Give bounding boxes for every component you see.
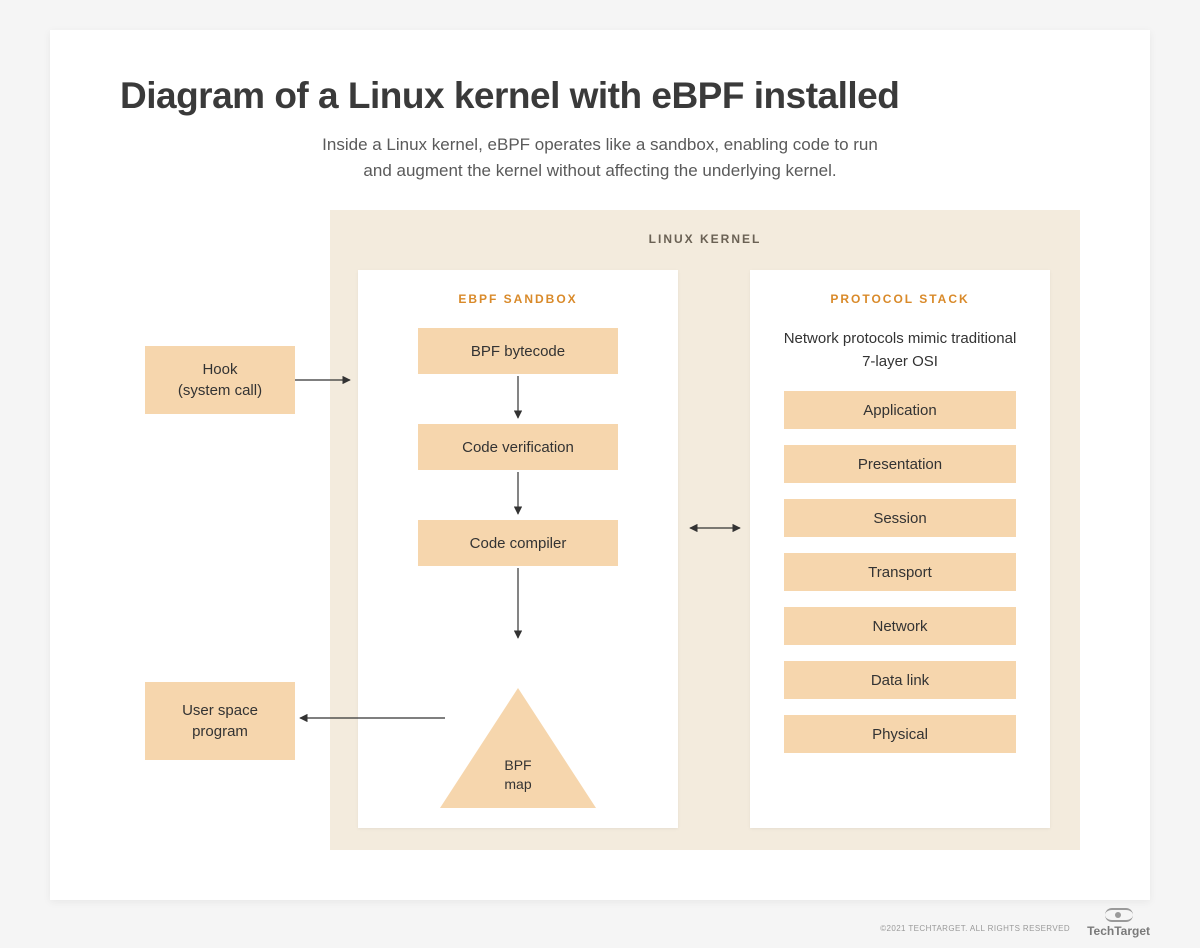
user-space-program-box: User spaceprogram <box>145 682 295 760</box>
osi-layer-box: Application <box>784 391 1016 429</box>
sandbox-step-box: Code compiler <box>418 520 618 566</box>
bpf-map-triangle: BPFmap <box>358 688 678 808</box>
ebpf-sandbox-panel: EBPF SANDBOX BPF bytecode Code verificat… <box>358 270 678 828</box>
hook-box: Hook(system call) <box>145 346 295 414</box>
subtitle-line: Inside a Linux kernel, eBPF operates lik… <box>322 135 878 154</box>
osi-layer-box: Network <box>784 607 1016 645</box>
diagram-subtitle: Inside a Linux kernel, eBPF operates lik… <box>50 132 1150 183</box>
osi-layer-box: Session <box>784 499 1016 537</box>
diagram-card: Diagram of a Linux kernel with eBPF inst… <box>50 30 1150 900</box>
copyright-text: ©2021 TECHTARGET. ALL RIGHTS RESERVED <box>880 924 1070 933</box>
sandbox-step-box: BPF bytecode <box>418 328 618 374</box>
diagram-title: Diagram of a Linux kernel with eBPF inst… <box>120 75 899 117</box>
osi-layer-box: Transport <box>784 553 1016 591</box>
osi-layer-box: Physical <box>784 715 1016 753</box>
linux-kernel-label: LINUX KERNEL <box>330 232 1080 246</box>
techtarget-logo: TechTarget <box>1087 908 1150 938</box>
protocol-stack-panel: PROTOCOL STACK Network protocols mimic t… <box>750 270 1050 828</box>
protocol-stack-desc: Network protocols mimic traditional 7-la… <box>780 328 1020 373</box>
sandbox-step-box: Code verification <box>418 424 618 470</box>
subtitle-line: and augment the kernel without affecting… <box>363 161 836 180</box>
linux-kernel-panel: LINUX KERNEL EBPF SANDBOX BPF bytecode C… <box>330 210 1080 850</box>
protocol-stack-title: PROTOCOL STACK <box>750 292 1050 306</box>
osi-layer-box: Presentation <box>784 445 1016 483</box>
bpf-map-label: BPFmap <box>458 756 578 794</box>
osi-layer-box: Data link <box>784 661 1016 699</box>
ebpf-sandbox-title: EBPF SANDBOX <box>358 292 678 306</box>
eye-icon <box>1105 908 1133 922</box>
